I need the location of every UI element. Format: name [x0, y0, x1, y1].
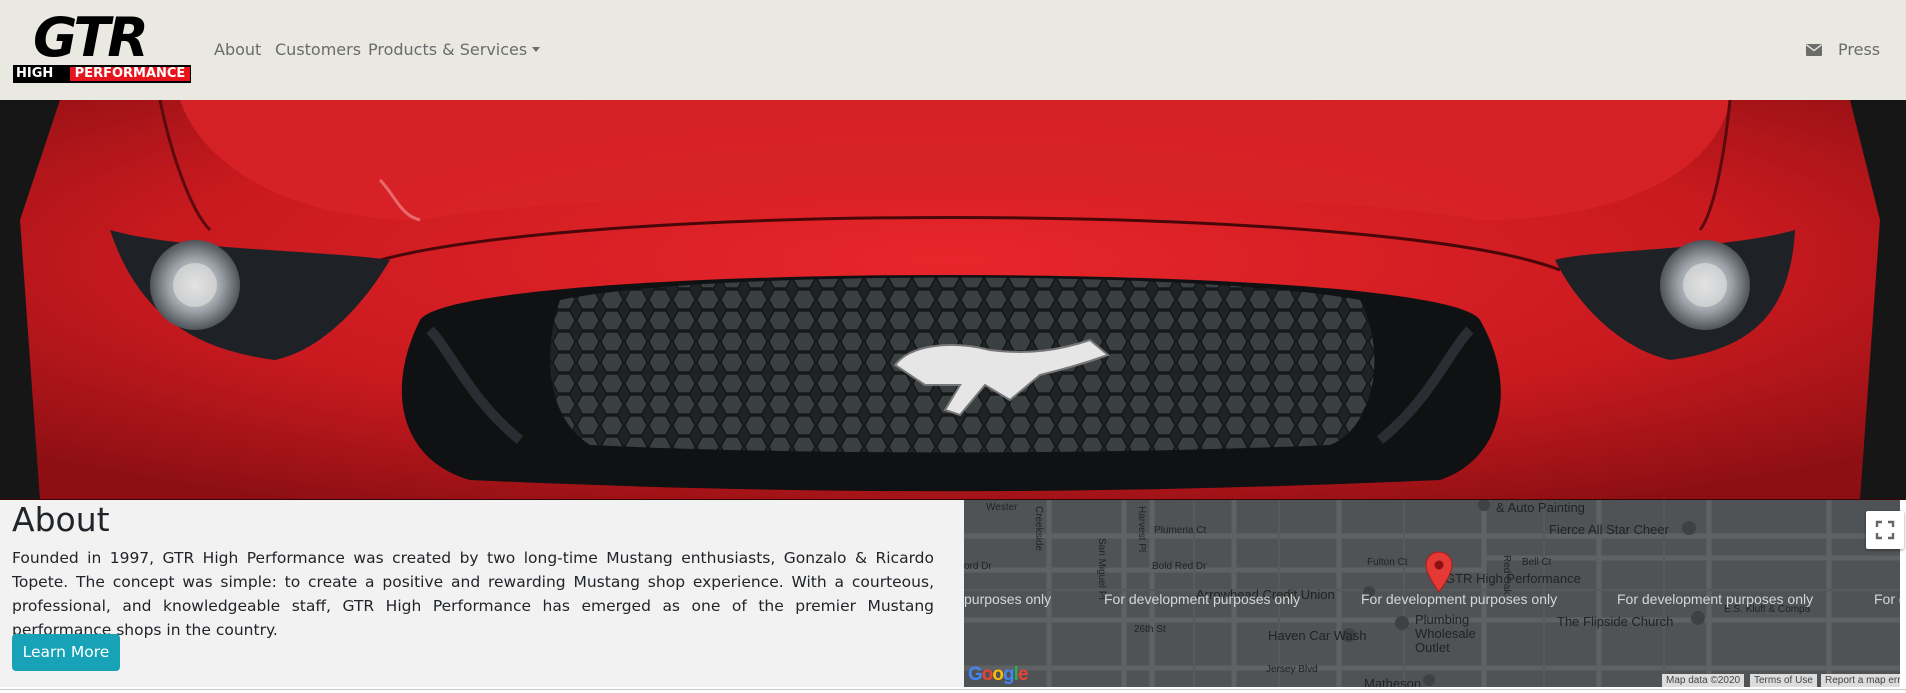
map-street-label: Wester — [986, 502, 1018, 513]
map-street-label: ord Dr — [964, 561, 992, 572]
map-terms-link[interactable]: Terms of Use — [1750, 674, 1817, 687]
map-dev-watermark: For development purposes only — [1361, 591, 1558, 607]
map-street-label: Creekside — [1033, 506, 1044, 552]
logo-gtr-text: GTR — [33, 6, 149, 69]
map-pin-icon[interactable] — [1425, 551, 1453, 593]
logo-banner: HIGH PERFORMANCE — [13, 65, 191, 83]
map-dev-watermark: For development purposes only — [1617, 591, 1814, 607]
about-heading: About — [12, 500, 110, 539]
map-dev-watermark: For d — [1874, 591, 1900, 607]
gtr-logo[interactable]: GTR HIGH PERFORMANCE — [13, 6, 191, 84]
map-street-label: Bell Ct — [1522, 557, 1552, 568]
about-description: Founded in 1997, GTR High Performance wa… — [12, 549, 934, 639]
nav-press[interactable]: Press — [1838, 38, 1880, 62]
hero-image-mustang — [0, 100, 1906, 500]
map-place-label: GTR High Performance — [1445, 571, 1581, 586]
nav-about[interactable]: About — [214, 38, 261, 62]
nav-customers[interactable]: Customers — [275, 38, 361, 62]
top-navbar: GTR HIGH PERFORMANCE About Customers Pro… — [0, 0, 1906, 100]
map-street-label: 26th St — [1134, 624, 1166, 635]
map-place-label: Matheson — [1364, 676, 1422, 687]
envelope-icon — [1806, 44, 1822, 56]
map-street-label: Plumeria Ct — [1154, 525, 1207, 536]
map-attribution: Map data ©2020 — [1662, 674, 1745, 687]
map-place-label: Fierce All Star Cheer — [1549, 522, 1669, 537]
map-place-label: The Flipside Church — [1557, 614, 1674, 629]
fullscreen-icon — [1875, 520, 1895, 540]
logo-performance-text: PERFORMANCE — [70, 67, 190, 81]
google-map[interactable]: Wester Creekside Harvest Pl San Miguel P… — [964, 500, 1900, 687]
map-dev-watermark: purposes only — [964, 591, 1052, 607]
map-street-label: Bold Red Dr — [1152, 561, 1207, 572]
logo-high-text: HIGH — [16, 66, 54, 81]
page-bottom-divider — [0, 687, 1906, 693]
about-section: About Founded in 1997, GTR High Performa… — [0, 500, 964, 690]
map-street-label: Fulton Ct — [1367, 557, 1408, 568]
google-logo: Google — [968, 664, 1028, 685]
map-street-label: Harvest Pl — [1136, 506, 1147, 553]
nav-products-dropdown[interactable]: Products & Services — [368, 38, 541, 62]
map-dev-watermark: For development purposes only — [1104, 591, 1301, 607]
map-fullscreen-button[interactable] — [1866, 511, 1904, 549]
map-street-label: Jersey Blvd — [1266, 664, 1318, 675]
map-place-label: Haven Car Wash — [1268, 628, 1367, 643]
nav-products-label: Products & Services — [368, 40, 528, 59]
hero-car-illustration — [0, 100, 1906, 500]
learn-more-button[interactable]: Learn More — [12, 634, 120, 671]
map-report-error-link[interactable]: Report a map err — [1821, 674, 1900, 687]
dropdown-caret-icon — [532, 47, 541, 52]
map-place-label: Plumbing Wholesale Outlet — [1415, 612, 1476, 655]
map-place-label: & Auto Painting — [1496, 500, 1585, 515]
